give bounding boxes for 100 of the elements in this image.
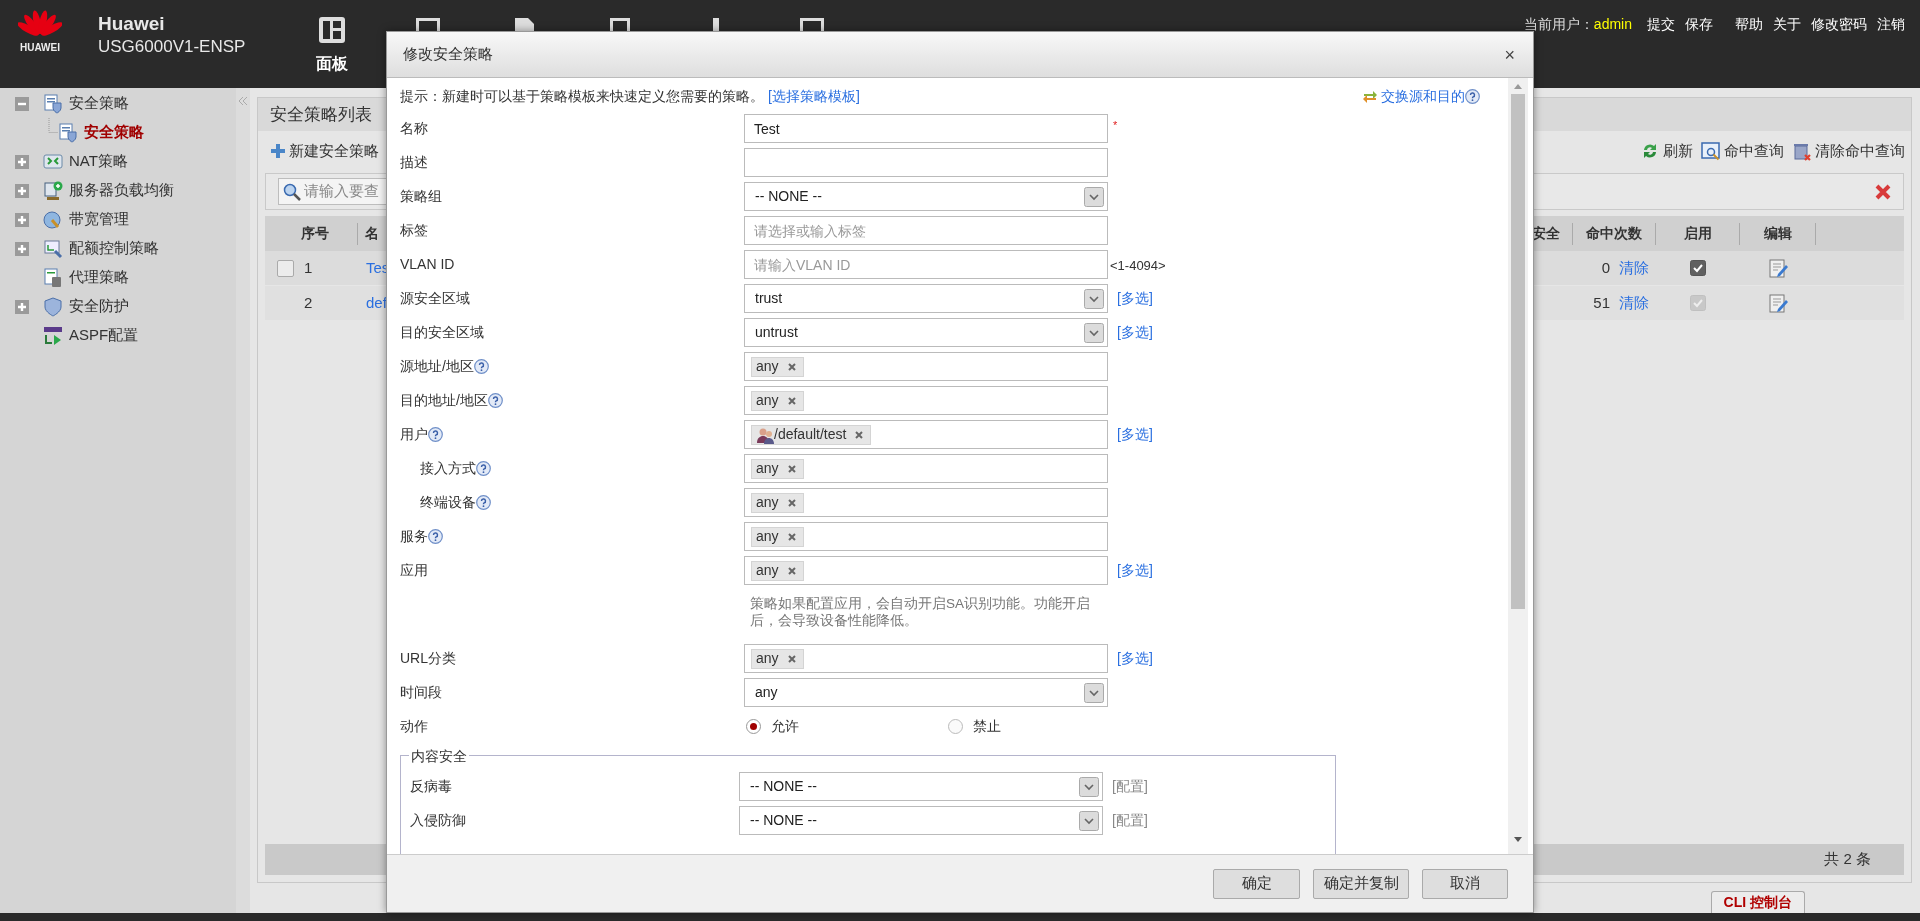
clear-search-icon[interactable]: [1875, 183, 1891, 200]
dropdown[interactable]: untrust: [744, 318, 1108, 347]
link[interactable]: [多选]: [1117, 560, 1153, 581]
option-label: 允许: [771, 717, 799, 736]
field-label: 应用: [400, 561, 428, 580]
radio-button[interactable]: [948, 719, 963, 734]
expand-icon[interactable]: [15, 212, 29, 227]
column-header: 编辑: [1740, 222, 1816, 245]
toolbar-button[interactable]: 刷新: [1640, 139, 1693, 163]
link[interactable]: [多选]: [1117, 424, 1153, 445]
remove-icon[interactable]: [786, 361, 797, 372]
monitor-icon: [414, 18, 442, 31]
scrollbar[interactable]: [1508, 78, 1528, 854]
edit-icon[interactable]: [1768, 258, 1788, 278]
text-field[interactable]: 请输入VLAN ID: [744, 250, 1108, 279]
text-field[interactable]: Test: [744, 114, 1108, 143]
server-icon: [43, 180, 63, 201]
header-link[interactable]: 关于: [1768, 14, 1806, 35]
note-text: 策略如果配置应用，会自动开启SA识别功能。功能开启后，会导致设备性能降低。: [750, 595, 1091, 629]
dropdown[interactable]: any: [744, 678, 1108, 707]
tag-chip[interactable]: any: [751, 648, 804, 669]
sidebar-item[interactable]: 安全策略: [84, 121, 144, 144]
row-checkbox[interactable]: [277, 259, 294, 277]
remove-icon[interactable]: [786, 565, 797, 576]
sidebar-item[interactable]: 配额控制策略: [69, 237, 159, 260]
tag-field[interactable]: any: [744, 454, 1108, 483]
hint-text: 提示：新建时可以基于策略模板来快速定义您需要的策略。: [400, 86, 764, 106]
remove-icon[interactable]: [786, 497, 797, 508]
new-policy-button[interactable]: 新建安全策略: [271, 139, 379, 163]
expand-icon[interactable]: [15, 183, 29, 198]
scrollbar-thumb[interactable]: [1511, 94, 1525, 609]
tag-chip[interactable]: any: [751, 492, 804, 513]
field-label: 终端设备: [420, 493, 476, 512]
checkbox-icon[interactable]: [1690, 260, 1706, 276]
tag-chip[interactable]: any: [751, 356, 804, 377]
console-tab[interactable]: CLI 控制台: [1710, 891, 1805, 913]
nav-tab[interactable]: 面板: [316, 52, 348, 76]
expand-icon[interactable]: [15, 241, 29, 256]
policy-name-link[interactable]: def: [358, 291, 387, 315]
clear-link[interactable]: 清除: [1619, 291, 1649, 315]
collapse-icon[interactable]: [15, 96, 29, 111]
link[interactable]: [配置]: [1112, 776, 1148, 797]
text-field[interactable]: [744, 148, 1108, 177]
header-link[interactable]: 提交: [1642, 14, 1680, 35]
swap-link[interactable]: 交换源和目的: [1362, 85, 1465, 107]
dropdown[interactable]: -- NONE --: [744, 182, 1108, 211]
tag-field[interactable]: any: [744, 488, 1108, 517]
sidebar-item[interactable]: 代理策略: [69, 266, 129, 289]
field-label: 标签: [400, 221, 428, 240]
remove-icon[interactable]: [786, 531, 797, 542]
table-cell-text: 2: [304, 292, 313, 313]
expand-icon[interactable]: [15, 299, 29, 314]
remove-icon[interactable]: [854, 429, 865, 440]
dropdown[interactable]: -- NONE --: [739, 806, 1103, 835]
dropdown[interactable]: trust: [744, 284, 1108, 313]
dialog-button[interactable]: 确定: [1213, 868, 1300, 899]
gauge-icon: [43, 209, 63, 230]
sidebar-item[interactable]: 服务器负载均衡: [69, 179, 174, 202]
clear-link[interactable]: 清除: [1619, 256, 1649, 280]
tag-field[interactable]: /default/test: [744, 420, 1108, 449]
header-link[interactable]: 保存: [1680, 14, 1718, 35]
header-link[interactable]: 修改密码: [1806, 14, 1872, 35]
remove-icon[interactable]: [786, 463, 797, 474]
close-button[interactable]: ×: [1504, 45, 1515, 64]
tag-chip[interactable]: any: [751, 526, 804, 547]
dropdown[interactable]: -- NONE --: [739, 772, 1103, 801]
tag-field[interactable]: any: [744, 556, 1108, 585]
link[interactable]: [多选]: [1117, 288, 1153, 309]
link[interactable]: [多选]: [1117, 648, 1153, 669]
expand-icon[interactable]: [15, 154, 29, 169]
sidebar-item[interactable]: 带宽管理: [69, 208, 129, 231]
remove-icon[interactable]: [786, 653, 797, 664]
tag-field[interactable]: any: [744, 644, 1108, 673]
tag-chip[interactable]: any: [751, 390, 804, 411]
tag-field[interactable]: any: [744, 386, 1108, 415]
tag-chip[interactable]: any: [751, 560, 804, 581]
toolbar-button[interactable]: 命中查询: [1701, 139, 1784, 163]
tag-field[interactable]: any: [744, 352, 1108, 381]
remove-icon[interactable]: [786, 395, 797, 406]
sidebar-item[interactable]: ASPF配置: [69, 324, 139, 347]
toolbar-button[interactable]: 清除命中查询: [1792, 139, 1905, 163]
tag-chip[interactable]: /default/test: [751, 424, 872, 445]
template-link[interactable]: [选择策略模板]: [768, 85, 860, 107]
bar-icon: [713, 18, 719, 31]
sidebar-item[interactable]: 安全策略: [69, 92, 129, 115]
link[interactable]: [配置]: [1112, 810, 1148, 831]
edit-icon[interactable]: [1768, 293, 1788, 313]
text-field[interactable]: 请选择或输入标签: [744, 216, 1108, 245]
chevron-down-icon: [1084, 682, 1104, 703]
dialog-button[interactable]: 确定并复制: [1313, 868, 1409, 899]
header-link[interactable]: 帮助: [1730, 14, 1768, 35]
tag-field[interactable]: any: [744, 522, 1108, 551]
tag-chip[interactable]: any: [751, 458, 804, 479]
radio-button[interactable]: [746, 719, 761, 734]
table-cell-text: 0: [1601, 257, 1610, 278]
dialog-button[interactable]: 取消: [1422, 868, 1508, 899]
sidebar-item[interactable]: 安全防护: [69, 295, 129, 318]
header-link[interactable]: 注销: [1872, 14, 1910, 35]
sidebar-item[interactable]: NAT策略: [69, 150, 128, 173]
link[interactable]: [多选]: [1117, 322, 1153, 343]
